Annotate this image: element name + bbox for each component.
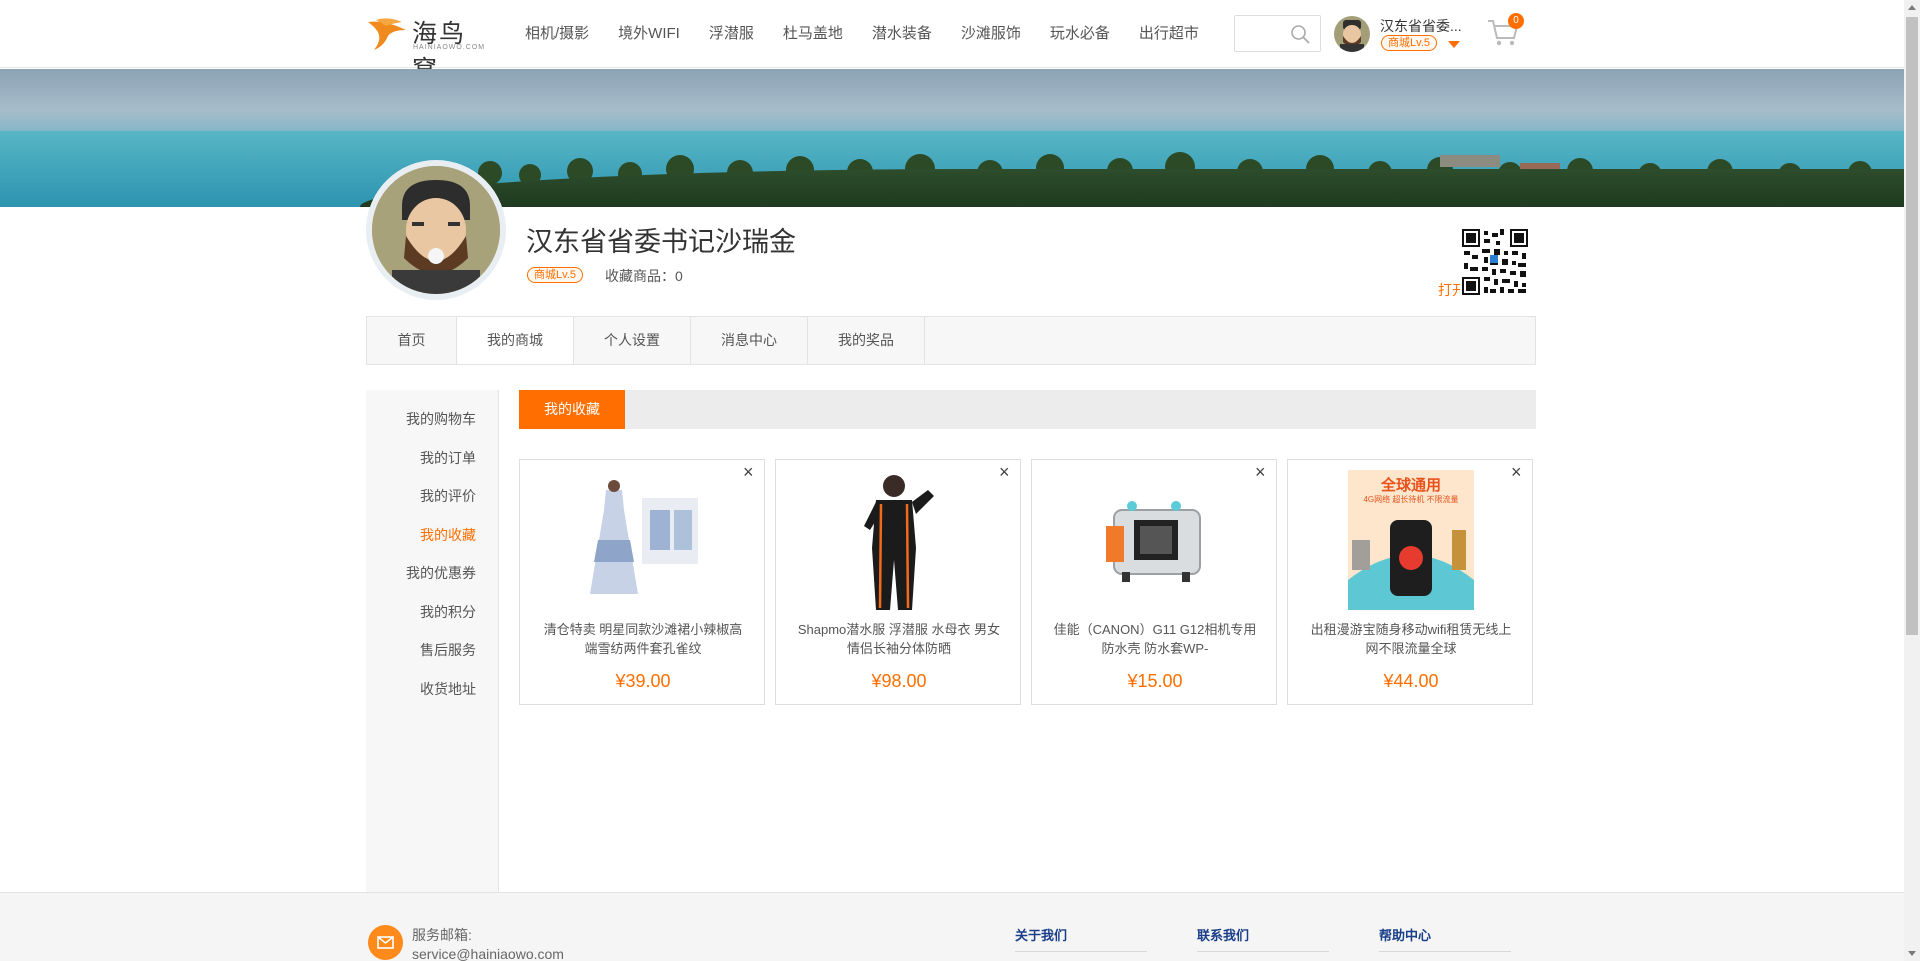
- sidebar-item-orders[interactable]: 我的订单: [366, 439, 498, 478]
- profile-banner: [0, 69, 1904, 207]
- main-nav: 相机/摄影 境外WIFI 浮潜服 杜马盖地 潜水装备 沙滩服饰 玩水必备 出行超…: [525, 0, 1228, 68]
- product-image[interactable]: 全球通用 4G网络 超长待机 不限流量: [1348, 470, 1474, 610]
- chevron-down-icon[interactable]: [1448, 41, 1460, 48]
- service-email[interactable]: service@hainiaowo.com: [412, 946, 564, 961]
- wifi-ad-subtitle: 4G网络 超长待机 不限流量: [1363, 495, 1459, 504]
- product-card[interactable]: × 全球通用 4G网络 超长待机 不限流量 出租漫游宝随身移动wifi租赁无线上…: [1287, 459, 1533, 705]
- site-header: 海鸟窝 HAINIAOWO.COM 相机/摄影 境外WIFI 浮潜服 杜马盖地 …: [0, 0, 1904, 84]
- scroll-down-icon[interactable]: [1908, 951, 1916, 956]
- logo-subtext: HAINIAOWO.COM: [413, 44, 486, 51]
- nav-item-snorkel-suit[interactable]: 浮潜服: [709, 0, 754, 68]
- sidebar-item-after-sales[interactable]: 售后服务: [366, 631, 498, 670]
- cart-count-badge: 0: [1508, 13, 1524, 29]
- sidebar-item-favorites[interactable]: 我的收藏: [366, 516, 498, 555]
- favorites-grid: × 清仓特卖 明星同款沙滩裙小辣椒高端雪纺两件套孔雀纹 ¥39.00 × Sha…: [519, 459, 1536, 705]
- profile-name: 汉东省省委书记沙瑞金: [526, 227, 796, 257]
- footer-link-contact[interactable]: 联系我们: [1197, 925, 1329, 952]
- nav-item-wifi[interactable]: 境外WIFI: [618, 0, 680, 68]
- nav-item-camera[interactable]: 相机/摄影: [525, 0, 589, 68]
- product-price: ¥15.00: [1127, 671, 1183, 691]
- product-image[interactable]: [580, 470, 706, 610]
- nav-item-dumaguete[interactable]: 杜马盖地: [783, 0, 843, 68]
- tab-message-center[interactable]: 消息中心: [691, 317, 808, 364]
- profile-avatar[interactable]: [366, 160, 506, 300]
- site-footer: 服务邮箱: service@hainiaowo.com 关于我们 联系我们 帮助…: [0, 892, 1904, 961]
- nav-item-beachwear[interactable]: 沙滩服饰: [961, 0, 1021, 68]
- product-image[interactable]: [836, 470, 962, 610]
- footer-link-help[interactable]: 帮助中心: [1379, 925, 1511, 952]
- mail-icon: [368, 925, 403, 960]
- sidebar-item-coupons[interactable]: 我的优惠券: [366, 554, 498, 593]
- product-price: ¥44.00: [1383, 671, 1439, 691]
- product-price: ¥98.00: [871, 671, 927, 691]
- product-title[interactable]: 清仓特卖 明星同款沙滩裙小辣椒高端雪纺两件套孔雀纹: [538, 620, 748, 658]
- user-name: 汉东省省委...: [1380, 18, 1462, 34]
- product-card[interactable]: × 佳能（CANON）G11 G12相机专用防水壳 防水套WP- ¥15.00: [1031, 459, 1277, 705]
- user-level-badge: 商城Lv.5: [1381, 35, 1437, 51]
- tab-my-favorites[interactable]: 我的收藏: [519, 390, 625, 429]
- nav-item-travel-mart[interactable]: 出行超市: [1139, 0, 1199, 68]
- sidebar-item-reviews[interactable]: 我的评价: [366, 477, 498, 516]
- avatar[interactable]: [1334, 16, 1370, 52]
- nav-item-diving-gear[interactable]: 潜水装备: [872, 0, 932, 68]
- sidebar-item-points[interactable]: 我的积分: [366, 593, 498, 632]
- sidebar-item-address[interactable]: 收货地址: [366, 670, 498, 709]
- scroll-up-icon[interactable]: [1908, 5, 1916, 10]
- product-card[interactable]: × 清仓特卖 明星同款沙滩裙小辣椒高端雪纺两件套孔雀纹 ¥39.00: [519, 459, 765, 705]
- service-email-label: 服务邮箱:: [412, 927, 472, 943]
- logo[interactable]: 海鸟窝 HAINIAOWO.COM: [366, 14, 491, 84]
- sidebar: 我的购物车 我的订单 我的评价 我的收藏 我的优惠券 我的积分 售后服务 收货地…: [366, 390, 499, 892]
- tab-my-mall[interactable]: 我的商城: [457, 317, 574, 364]
- tab-home[interactable]: 首页: [367, 317, 457, 364]
- close-icon[interactable]: ×: [1255, 463, 1269, 481]
- cart-button[interactable]: 0: [1487, 13, 1524, 50]
- close-icon[interactable]: ×: [743, 463, 757, 481]
- bird-logo-icon: [368, 18, 406, 50]
- product-card[interactable]: × Shapmo潜水服 浮潜服 水母衣 男女情侣长袖分体防晒 ¥98.00: [775, 459, 1021, 705]
- tab-my-prizes[interactable]: 我的奖品: [808, 317, 925, 364]
- nav-item-water-essentials[interactable]: 玩水必备: [1050, 0, 1110, 68]
- tab-personal-settings[interactable]: 个人设置: [574, 317, 691, 364]
- qr-code: [1460, 227, 1530, 297]
- product-image[interactable]: [1092, 470, 1218, 610]
- product-title[interactable]: 出租漫游宝随身移动wifi租赁无线上网不限流量全球: [1306, 620, 1516, 658]
- page-scrollbar[interactable]: [1904, 0, 1920, 961]
- product-title[interactable]: Shapmo潜水服 浮潜服 水母衣 男女情侣长袖分体防晒: [794, 620, 1004, 658]
- search-input[interactable]: [1234, 15, 1321, 52]
- content-tab-bar: 我的收藏: [519, 390, 1536, 429]
- user-menu[interactable]: 汉东省省委... 商城Lv.5: [1334, 16, 1474, 54]
- close-icon[interactable]: ×: [1511, 463, 1525, 481]
- product-title[interactable]: 佳能（CANON）G11 G12相机专用防水壳 防水套WP-: [1050, 620, 1260, 658]
- sidebar-item-cart[interactable]: 我的购物车: [366, 400, 498, 439]
- scrollbar-thumb[interactable]: [1906, 17, 1918, 635]
- profile-level-badge: 商城Lv.5: [527, 267, 583, 283]
- close-icon[interactable]: ×: [999, 463, 1013, 481]
- profile-tabs: 首页 我的商城 个人设置 消息中心 我的奖品: [366, 316, 1536, 365]
- search-icon[interactable]: [1290, 24, 1310, 44]
- favorites-count: 收藏商品：0: [605, 268, 683, 284]
- wifi-ad-title: 全球通用: [1380, 477, 1441, 494]
- footer-link-about[interactable]: 关于我们: [1015, 925, 1147, 952]
- product-price: ¥39.00: [615, 671, 671, 691]
